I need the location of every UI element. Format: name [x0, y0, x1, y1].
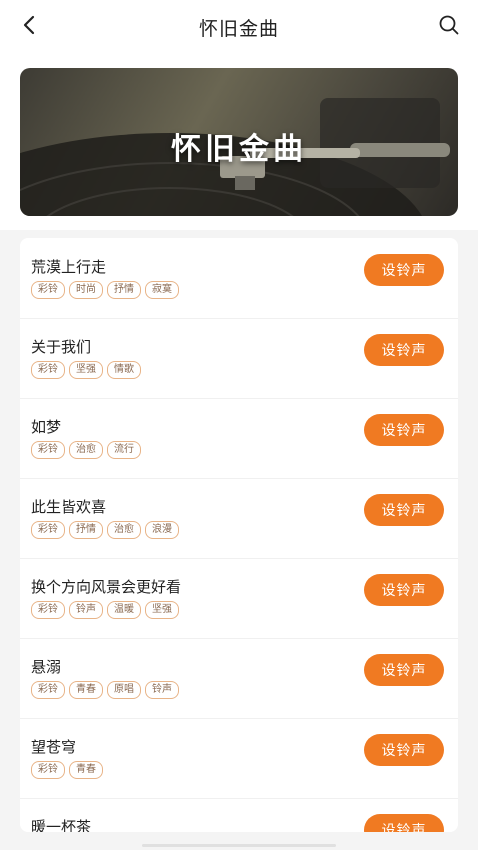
- song-title: 荒漠上行走: [31, 258, 107, 276]
- song-title: 如梦: [31, 418, 62, 436]
- song-tag: 青春: [69, 761, 103, 779]
- song-tag: 原唱: [107, 681, 141, 699]
- search-button[interactable]: [436, 12, 462, 38]
- home-indicator: [142, 844, 336, 847]
- song-tags: 彩铃 抒情 治愈 浪漫: [31, 521, 179, 539]
- set-ringtone-button[interactable]: 设铃声: [364, 334, 444, 366]
- song-tag: 彩铃: [31, 441, 65, 459]
- page-title: 怀旧金曲: [198, 18, 279, 40]
- song-tags: 彩铃 治愈 流行: [31, 441, 141, 459]
- song-tags: 彩铃 铃声 温暖 坚强: [31, 601, 179, 619]
- song-tag: 彩铃: [31, 361, 65, 379]
- song-row[interactable]: 望苍穹彩铃 青春 设铃声: [20, 718, 458, 799]
- set-ringtone-button[interactable]: 设铃声: [364, 654, 444, 686]
- song-row[interactable]: 如梦彩铃 治愈 流行 设铃声: [20, 398, 458, 479]
- song-tag: 浪漫: [145, 521, 179, 539]
- song-tag: 彩铃: [31, 681, 65, 699]
- song-tag: 彩铃: [31, 601, 65, 619]
- song-tag: 彩铃: [31, 281, 65, 299]
- banner-title: 怀旧金曲: [171, 132, 307, 167]
- set-ringtone-button[interactable]: 设铃声: [364, 814, 444, 832]
- song-row[interactable]: 此生皆欢喜彩铃 抒情 治愈 浪漫 设铃声: [20, 478, 458, 559]
- song-title: 悬溺: [31, 658, 62, 676]
- song-tag: 时尚: [69, 281, 103, 299]
- song-title: 暖一杯茶: [31, 818, 92, 832]
- set-ringtone-button[interactable]: 设铃声: [364, 494, 444, 526]
- song-tag: 青春: [69, 681, 103, 699]
- banner-image[interactable]: 怀旧金曲: [20, 68, 458, 216]
- song-tag: 彩铃: [31, 521, 65, 539]
- set-ringtone-button[interactable]: 设铃声: [364, 574, 444, 606]
- song-row[interactable]: 关于我们彩铃 坚强 情歌 设铃声: [20, 318, 458, 399]
- song-row[interactable]: 暖一杯茶 设铃声: [20, 798, 458, 832]
- song-tag: 温暖: [107, 601, 141, 619]
- song-tag: 抒情: [69, 521, 103, 539]
- song-tag: 铃声: [69, 601, 103, 619]
- song-tag: 情歌: [107, 361, 141, 379]
- song-row[interactable]: 悬溺彩铃 青春 原唱 铃声 设铃声: [20, 638, 458, 719]
- song-list: 荒漠上行走 彩铃 时尚 抒情 寂寞 设铃声 关于我们 彩铃 坚强 情歌 设铃声 如梦 彩铃 治愈 流行 设铃声…: [20, 238, 458, 832]
- song-tag: 治愈: [107, 521, 141, 539]
- song-tag: 治愈: [69, 441, 103, 459]
- song-tag: 彩铃: [31, 761, 65, 779]
- song-tag: 坚强: [69, 361, 103, 379]
- song-title: 关于我们: [31, 338, 92, 356]
- set-ringtone-button[interactable]: 设铃声: [364, 734, 444, 766]
- song-title: 此生皆欢喜: [31, 498, 107, 516]
- search-icon: [439, 15, 459, 35]
- song-tag: 坚强: [145, 601, 179, 619]
- song-tag: 流行: [107, 441, 141, 459]
- song-tag: 寂寞: [145, 281, 179, 299]
- song-tags: 彩铃 青春 原唱 铃声: [31, 681, 179, 699]
- top-header: 怀旧金曲 怀旧金曲: [0, 0, 478, 230]
- song-row[interactable]: 换个方向风景会更好看 彩铃 铃声 温暖 坚强 设铃声: [20, 558, 458, 639]
- set-ringtone-button[interactable]: 设铃声: [364, 254, 444, 286]
- song-tags: 彩铃 青春: [31, 761, 103, 779]
- song-title: 换个方向风景会更好看: [31, 578, 182, 596]
- song-tag: 铃声: [145, 681, 179, 699]
- song-row[interactable]: 荒漠上行走彩铃 时尚 抒情 寂寞 设铃声: [20, 238, 458, 319]
- song-tag: 抒情: [107, 281, 141, 299]
- song-title: 望苍穹: [31, 738, 77, 756]
- set-ringtone-button[interactable]: 设铃声: [364, 414, 444, 446]
- song-tags: 彩铃 坚强 情歌: [31, 361, 141, 379]
- song-tags: 彩铃 时尚 抒情 寂寞: [31, 281, 179, 299]
